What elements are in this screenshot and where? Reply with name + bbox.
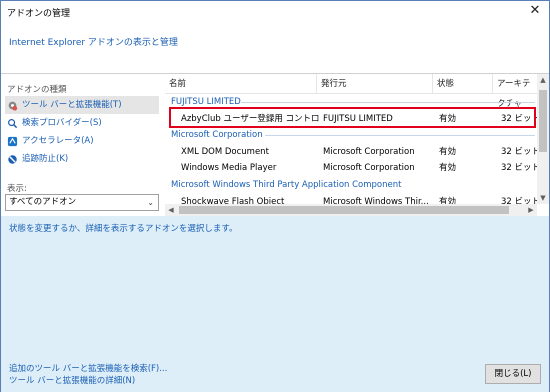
search-icon [8,119,18,129]
column-header: ^ 名前 発行元 状態 アーキテクチャ [165,74,537,109]
table-row[interactable]: Shockwave Flash Object Microsoft Windows… [165,194,537,204]
vertical-scrollbar[interactable]: ▲ ▼ [537,74,549,204]
cell-status: 有効 [439,147,457,157]
accelerator-icon [7,136,18,147]
scroll-thumb[interactable] [539,90,547,152]
column-name[interactable]: 名前 [165,74,317,94]
group-header: Microsoft Windows Third Party Applicatio… [171,180,402,190]
group-header: Microsoft Corporation [171,130,263,140]
table-row[interactable]: Windows Media Player Microsoft Corporati… [165,160,537,176]
cell-publisher: Microsoft Corporation [323,147,415,157]
footer: 追加のツール バーと拡張機能を検索(F)... ツール バーと拡張機能の詳細(N… [1,356,549,392]
gear-icon [8,101,18,111]
sidebar-item-toolbars[interactable]: ツール バーと拡張機能(T) [5,96,159,114]
close-button[interactable]: 閉じる(L) [485,364,541,384]
scroll-thumb[interactable] [179,206,509,214]
cell-architecture: 32 ビット [501,163,537,173]
cell-architecture: 32 ビット [501,197,537,204]
scroll-down-icon[interactable]: ▼ [537,192,549,204]
scroll-up-icon[interactable]: ▲ [537,74,549,86]
scroll-right-icon[interactable]: ▶ [525,204,537,216]
details-pane: 状態を変更するか、詳細を表示するアドオンを選択します。 [1,216,549,356]
cell-publisher: Microsoft Windows Thir... [323,197,429,204]
cell-status: 有効 [439,163,457,173]
addon-list: ^ 名前 発行元 状態 アーキテクチャ FUJITSU LIMITED Azby… [165,74,549,204]
cell-name: Shockwave Flash Object [181,197,285,204]
group-divider [241,102,535,103]
addon-types-heading: アドオンの種類 [7,85,67,95]
table-row[interactable]: XML DOM Document Microsoft Corporation 有… [165,144,537,160]
header-link[interactable]: Internet Explorer アドオンの表示と管理 [9,35,178,48]
column-architecture[interactable]: アーキテクチャ [493,74,537,109]
title-bar: アドオンの管理 ✕ [1,1,549,23]
sidebar-item-accelerators[interactable]: アクセラレータ(A) [5,132,159,150]
sidebar-item-tracking-protection[interactable]: 追跡防止(K) [5,150,159,168]
chevron-down-icon: ⌄ [147,198,154,207]
show-select[interactable]: すべてのアドオン ⌄ [5,194,159,211]
sidebar-item-label: アクセラレータ(A) [22,136,94,146]
highlight-box [169,107,536,128]
cell-publisher: Microsoft Corporation [323,163,415,173]
show-label: 表示: [7,184,27,194]
sidebar-item-label: 追跡防止(K) [22,154,69,164]
details-message: 状態を変更するか、詳細を表示するアドオンを選択します。 [9,224,238,234]
find-more-link[interactable]: 追加のツール バーと拡張機能を検索(F)... [9,362,167,374]
close-icon[interactable]: ✕ [527,3,543,19]
cell-name: XML DOM Document [181,147,269,157]
show-select-value: すべてのアドオン [9,197,77,207]
sidebar: アドオンの種類 ツール バーと拡張機能(T) 検索プロバイダー(S) アクセラレ… [1,74,163,214]
column-status[interactable]: 状態 [433,74,493,94]
cell-architecture: 32 ビット [501,147,537,157]
column-publisher[interactable]: 発行元 [317,74,433,94]
window-title: アドオンの管理 [7,9,71,19]
scroll-left-icon[interactable]: ◀ [165,204,177,216]
addon-type-nav: ツール バーと拡張機能(T) 検索プロバイダー(S) アクセラレータ(A) 追跡… [5,96,159,168]
cell-status: 有効 [439,197,457,204]
add-on-manager-window: アドオンの管理 ✕ Internet Explorer アドオンの表示と管理 ア… [0,0,550,392]
sidebar-item-search-providers[interactable]: 検索プロバイダー(S) [5,114,159,132]
horizontal-scrollbar[interactable]: ◀ ▶ [165,204,537,216]
cell-name: Windows Media Player [181,163,277,173]
header: Internet Explorer アドオンの表示と管理 [1,23,549,73]
learn-more-link[interactable]: ツール バーと拡張機能の詳細(N) [9,374,135,386]
block-icon [8,155,17,164]
group-divider [265,135,535,136]
sidebar-item-label: 検索プロバイダー(S) [22,118,102,128]
sidebar-item-label: ツール バーと拡張機能(T) [22,100,122,110]
